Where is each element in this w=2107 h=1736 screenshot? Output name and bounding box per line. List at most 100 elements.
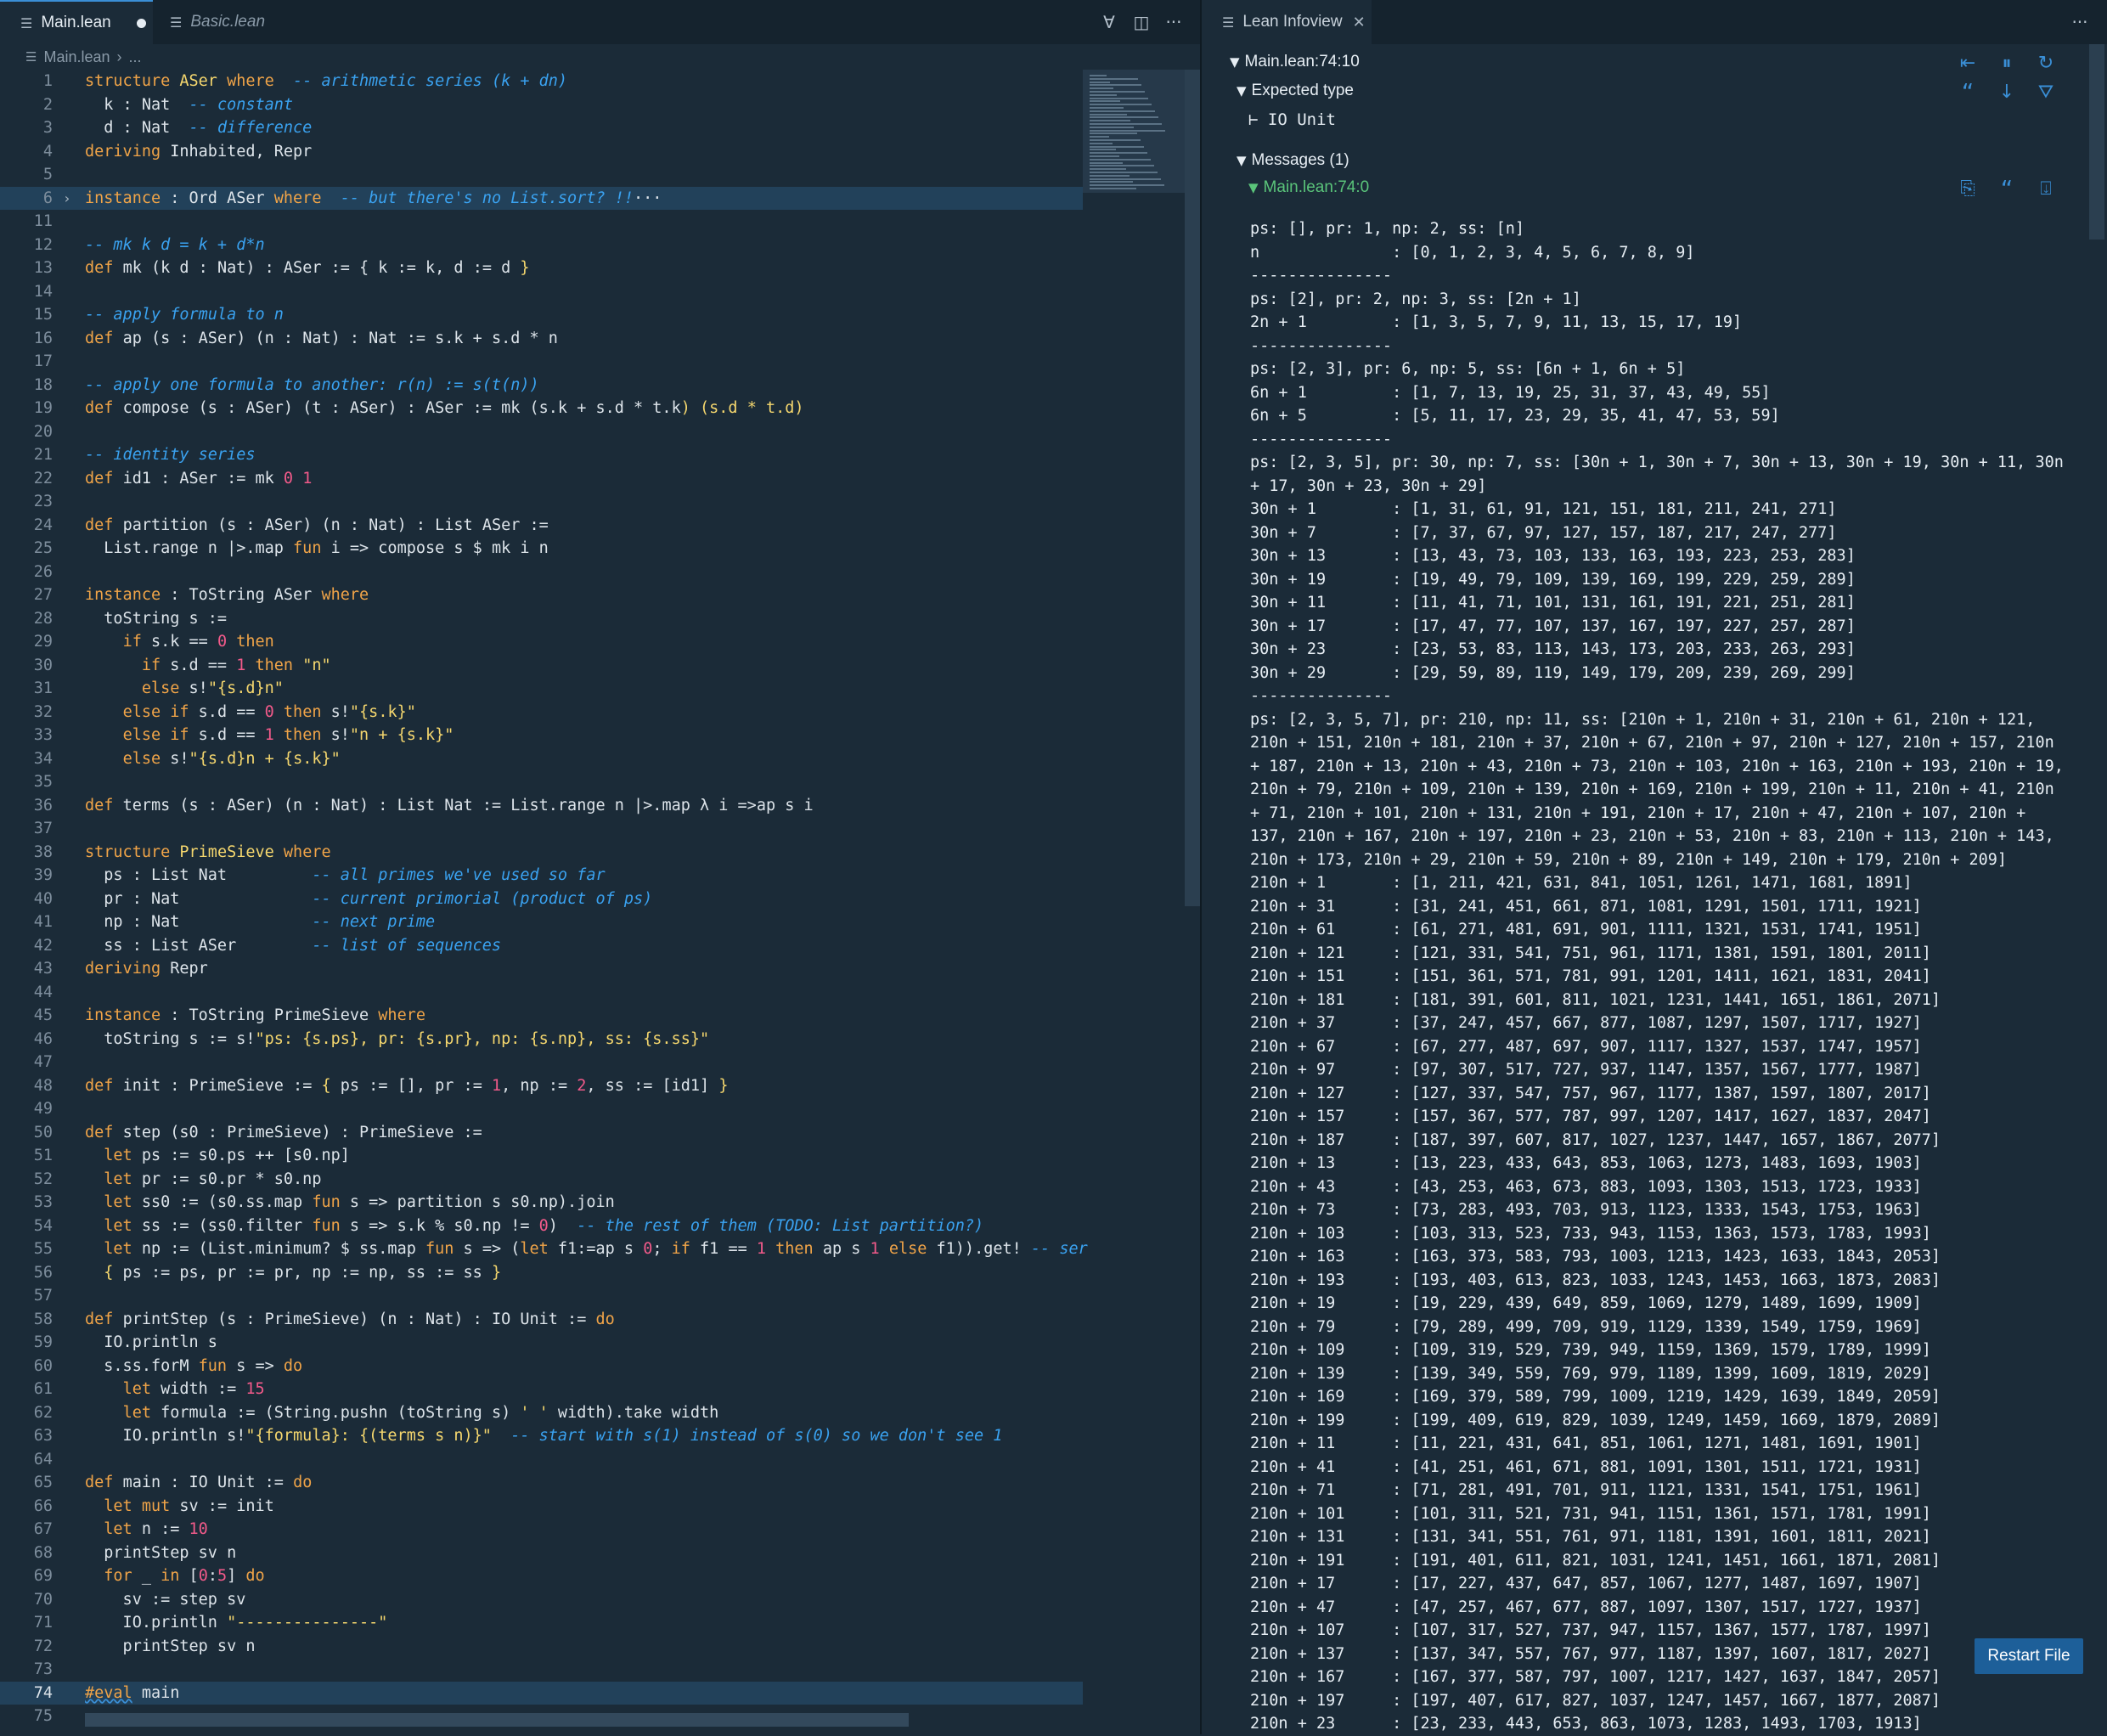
code-line[interactable]: 11 — [0, 210, 1083, 234]
pin-icon[interactable]: ⇤ — [1956, 51, 1980, 75]
code-line[interactable]: 73 — [0, 1658, 1083, 1682]
code-line[interactable]: 20 — [0, 420, 1083, 444]
code-line[interactable]: 26 — [0, 561, 1083, 584]
code-line[interactable]: 23 — [0, 490, 1083, 514]
code-line[interactable]: 58 def printStep (s : PrimeSieve) (n : Na… — [0, 1308, 1083, 1332]
editor-vertical-scrollbar[interactable] — [1185, 70, 1200, 906]
code-line[interactable]: 15 -- apply formula to n — [0, 303, 1083, 327]
editor-horizontal-scrollbar[interactable] — [85, 1713, 909, 1727]
split-editor-icon[interactable]: ◫ — [1130, 10, 1153, 34]
code-line[interactable]: 59 IO.println s — [0, 1331, 1083, 1355]
code-line[interactable]: 53 let ss0 := (s0.ss.map fun s => partit… — [0, 1191, 1083, 1215]
quote-icon[interactable]: “ — [1956, 78, 1980, 106]
code-line[interactable]: 34 else s!"{s.d}n + {s.k}" — [0, 747, 1083, 771]
fold-chevron-icon[interactable]: › — [63, 187, 71, 211]
code-line[interactable]: 14 — [0, 280, 1083, 304]
code-line[interactable]: 28 toString s := — [0, 607, 1083, 631]
code-line[interactable]: 37 — [0, 817, 1083, 841]
code-line[interactable]: 47 — [0, 1051, 1083, 1074]
code-line[interactable]: 57 — [0, 1284, 1083, 1308]
tab-main-lean[interactable]: ☰ Main.lean — [0, 0, 153, 44]
code-line[interactable]: 71 IO.println "---------------" — [0, 1611, 1083, 1635]
breadcrumb-symbol[interactable]: ... — [129, 48, 142, 66]
code-line[interactable]: 24 def partition (s : ASer) (n : Nat) : L… — [0, 514, 1083, 538]
code-line[interactable]: 63 IO.println s!"{formula}: {(terms s n)… — [0, 1424, 1083, 1448]
code-line[interactable]: 46 toString s := s!"ps: {s.ps}, pr: {s.p… — [0, 1028, 1083, 1051]
code-line[interactable]: 32 else if s.d == 0 then s!"{s.k}" — [0, 701, 1083, 724]
code-line[interactable]: 55 let np := (List.minimum? $ ss.map fun… — [0, 1237, 1088, 1261]
code-line[interactable]: 64 — [0, 1448, 1083, 1472]
code-line[interactable]: 31 else s!"{s.d}n" — [0, 677, 1083, 701]
code-line[interactable]: 72 printStep sv n — [0, 1635, 1083, 1659]
code-line[interactable]: 4 deriving Inhabited, Repr — [0, 140, 1083, 164]
code-line[interactable]: 17 — [0, 350, 1083, 374]
code-line[interactable]: 44 — [0, 981, 1083, 1005]
code-line[interactable]: 67 let n := 10 — [0, 1518, 1083, 1542]
restart-file-button[interactable]: Restart File — [1975, 1638, 2083, 1674]
code-line[interactable]: 56 { ps := ps, pr := pr, np := np, ss :=… — [0, 1261, 1083, 1285]
code-line[interactable]: 66 let mut sv := init — [0, 1495, 1083, 1519]
code-line[interactable]: 70 sv := step sv — [0, 1588, 1083, 1612]
code-line[interactable]: 1 structure ASer where -- arithmetic seri… — [0, 70, 1083, 93]
code-line[interactable]: 13 def mk (k d : Nat) : ASer := { k := k,… — [0, 256, 1083, 280]
breadcrumb-file[interactable]: Main.lean — [43, 48, 110, 66]
code-line[interactable]: 62 let formula := (String.pushn (toStrin… — [0, 1401, 1083, 1425]
close-icon[interactable]: ✕ — [1353, 14, 1366, 31]
code-line[interactable]: 3 d : Nat -- difference — [0, 116, 1083, 140]
code-line[interactable]: 42 ss : List ASer -- list of sequences — [0, 934, 1083, 958]
code-line[interactable]: 49 — [0, 1097, 1083, 1121]
code-line[interactable]: 40 pr : Nat -- current primorial (produc… — [0, 888, 1083, 911]
messages-header[interactable]: ▼ Messages (1) — [1237, 151, 1349, 170]
code-line[interactable]: 51 let ps := s0.ps ++ [s0.np] — [0, 1144, 1083, 1168]
tab-lean-infoview[interactable]: ☰ Lean Infoview ✕ — [1202, 0, 1372, 44]
code-line[interactable]: 2 k : Nat -- constant — [0, 93, 1083, 117]
code-line[interactable]: 41 np : Nat -- next prime — [0, 910, 1083, 934]
pause-icon[interactable]: ⏸ — [1995, 51, 2019, 75]
code-line[interactable]: 65 def main : IO Unit := do — [0, 1471, 1083, 1495]
code-line[interactable]: 61 let width := 15 — [0, 1378, 1083, 1401]
copy-icon[interactable]: ⎘ — [1956, 177, 1980, 200]
code-line[interactable]: 74 #eval main — [0, 1681, 1083, 1705]
code-line[interactable]: 29 if s.k == 0 then — [0, 630, 1083, 654]
save-icon[interactable]: ⍗ — [2034, 177, 2058, 200]
code-line[interactable]: 43 deriving Repr — [0, 957, 1083, 981]
tab-basic-lean[interactable]: ☰ Basic.lean — [153, 0, 306, 44]
minimap[interactable] — [1083, 70, 1185, 193]
more-actions-icon[interactable]: ··· — [2068, 10, 2092, 34]
code-line[interactable]: 52 let pr := s0.pr * s0.np — [0, 1168, 1083, 1192]
code-line[interactable]: 12 -- mk k d = k + d*n — [0, 234, 1083, 257]
code-line[interactable]: 27 instance : ToString ASer where — [0, 583, 1083, 607]
message-location-header[interactable]: ▼ Main.lean:74:0 — [1248, 178, 1369, 197]
code-line[interactable]: 69 for _ in [0:5] do — [0, 1564, 1083, 1588]
code-line[interactable]: 30 if s.d == 1 then "n" — [0, 654, 1083, 678]
message-location[interactable]: Main.lean:74:0 — [1264, 178, 1370, 197]
refresh-icon[interactable]: ↻ — [2034, 51, 2058, 75]
code-line[interactable]: 18 -- apply one formula to another: r(n) … — [0, 374, 1083, 397]
code-line[interactable]: 50 def step (s0 : PrimeSieve) : PrimeSiev… — [0, 1121, 1083, 1145]
unsaved-dot-icon[interactable] — [136, 18, 146, 28]
infoview-vertical-scrollbar[interactable] — [2089, 44, 2104, 240]
filter-icon[interactable]: ⛛ — [2034, 80, 2058, 104]
more-actions-icon[interactable]: ··· — [1162, 10, 1186, 34]
code-line[interactable]: 39 ps : List Nat -- all primes we've use… — [0, 864, 1083, 888]
code-line[interactable]: 54 let ss := (ss0.filter fun s => s.k % … — [0, 1215, 1083, 1238]
quote-icon[interactable]: “ — [1995, 175, 2019, 203]
code-line[interactable]: 16 def ap (s : ASer) (n : Nat) : Nat := s… — [0, 327, 1083, 351]
goal-position-header[interactable]: ▼ Main.lean:74:10 — [1230, 53, 1360, 71]
code-line[interactable]: 5 — [0, 163, 1083, 187]
code-line[interactable]: 21 -- identity series — [0, 443, 1083, 467]
expected-type-header[interactable]: ▼ Expected type — [1237, 82, 1354, 100]
code-editor[interactable]: 1 structure ASer where -- arithmetic seri… — [0, 70, 1088, 1728]
code-line[interactable]: 25 List.range n |>.map fun i => compose … — [0, 537, 1083, 561]
code-line[interactable]: 45 instance : ToString PrimeSieve where — [0, 1004, 1083, 1028]
code-line[interactable]: 68 printStep sv n — [0, 1542, 1083, 1565]
forall-icon[interactable]: ∀ — [1097, 10, 1121, 34]
code-line[interactable]: 22 def id1 : ASer := mk 0 1 — [0, 467, 1083, 491]
code-line[interactable]: 36 def terms (s : ASer) (n : Nat) : List … — [0, 794, 1083, 818]
code-line[interactable]: 6 › instance : Ord ASer where -- but there… — [0, 186, 1083, 211]
arrow-down-icon[interactable]: ↓ — [1995, 80, 2019, 104]
code-line[interactable]: 48 def init : PrimeSieve := { ps := [], p… — [0, 1074, 1083, 1098]
code-line[interactable]: 35 — [0, 770, 1083, 794]
code-line[interactable]: 19 def compose (s : ASer) (t : ASer) : AS… — [0, 397, 1083, 420]
code-line[interactable]: 60 s.ss.forM fun s => do — [0, 1355, 1083, 1378]
